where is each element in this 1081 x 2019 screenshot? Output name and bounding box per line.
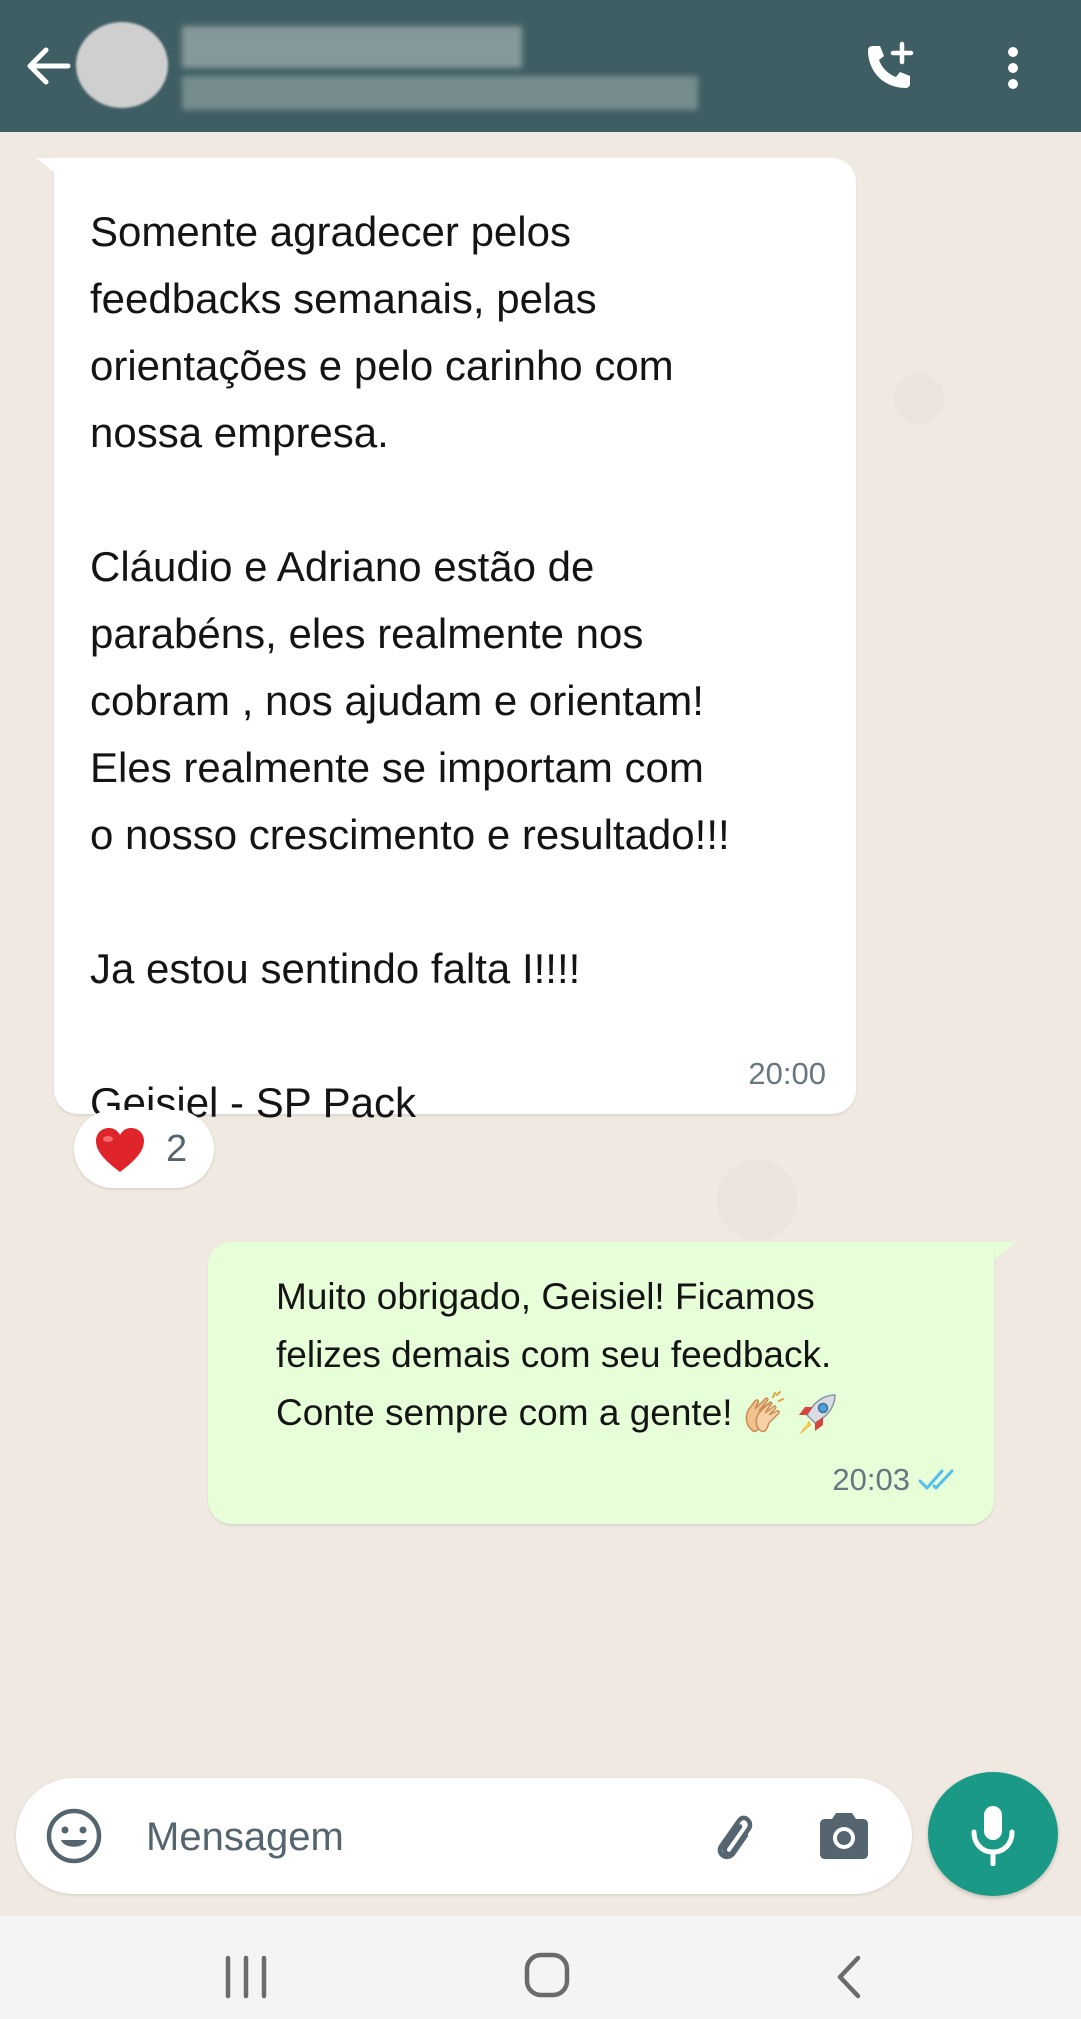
- phone-plus-icon: [868, 41, 914, 88]
- message-composer: [16, 1778, 912, 1894]
- contact-status-redacted: [182, 76, 698, 110]
- incoming-message-text: Somente agradecer pelos feedbacks semana…: [90, 208, 730, 1126]
- outgoing-message-meta: 20:03: [832, 1462, 964, 1498]
- home-icon: [524, 1952, 570, 1998]
- recents-icon: [225, 1955, 267, 1999]
- add-call-button[interactable]: [860, 40, 920, 96]
- voice-message-button[interactable]: [928, 1772, 1058, 1896]
- reaction-count: 2: [166, 1128, 188, 1170]
- camera-button[interactable]: [816, 1810, 872, 1862]
- system-navigation-bar: [0, 1916, 1081, 2019]
- emoji-button[interactable]: [44, 1806, 104, 1866]
- contact-name-redacted[interactable]: [182, 26, 522, 68]
- chevron-left-icon: [837, 1955, 861, 1999]
- paperclip-icon: [717, 1815, 753, 1860]
- more-options-button[interactable]: [996, 40, 1030, 96]
- incoming-message-time: 20:00: [748, 1056, 826, 1091]
- rocket-icon: [798, 1394, 836, 1436]
- contact-avatar[interactable]: [76, 22, 168, 108]
- outgoing-message-line: Muito obrigado, Geisiel! Ficamos: [276, 1276, 815, 1317]
- more-vertical-icon: [1008, 47, 1018, 89]
- back-button[interactable]: [20, 38, 76, 94]
- recent-apps-button[interactable]: [222, 1954, 270, 2000]
- camera-icon: [820, 1813, 868, 1859]
- outgoing-message-time: 20:03: [832, 1462, 910, 1497]
- outgoing-message-line: felizes demais com seu feedback.: [276, 1334, 832, 1375]
- incoming-message[interactable]: Somente agradecer pelos feedbacks semana…: [54, 158, 856, 1126]
- message-input[interactable]: [144, 1806, 688, 1868]
- microphone-icon: [971, 1806, 1015, 1866]
- heart-icon: [96, 1128, 144, 1172]
- outgoing-message[interactable]: Muito obrigado, Geisiel! Ficamos felizes…: [208, 1242, 994, 1524]
- arrow-left-icon: [27, 47, 71, 85]
- double-check-icon: [918, 1469, 954, 1490]
- outgoing-message-line-text: Conte sempre com a gente!: [276, 1392, 733, 1433]
- smiley-icon: [46, 1808, 102, 1864]
- outgoing-message-text: Muito obrigado, Geisiel! Ficamos felizes…: [276, 1268, 976, 1442]
- attach-button[interactable]: [702, 1808, 762, 1868]
- system-back-button[interactable]: [830, 1952, 866, 2002]
- message-reaction[interactable]: 2: [74, 1110, 214, 1188]
- home-button[interactable]: [522, 1950, 572, 2000]
- chat-header: [0, 0, 1081, 132]
- outgoing-message-line: Conte sempre com a gente!: [276, 1384, 976, 1442]
- clapping-hands-icon: [745, 1391, 784, 1433]
